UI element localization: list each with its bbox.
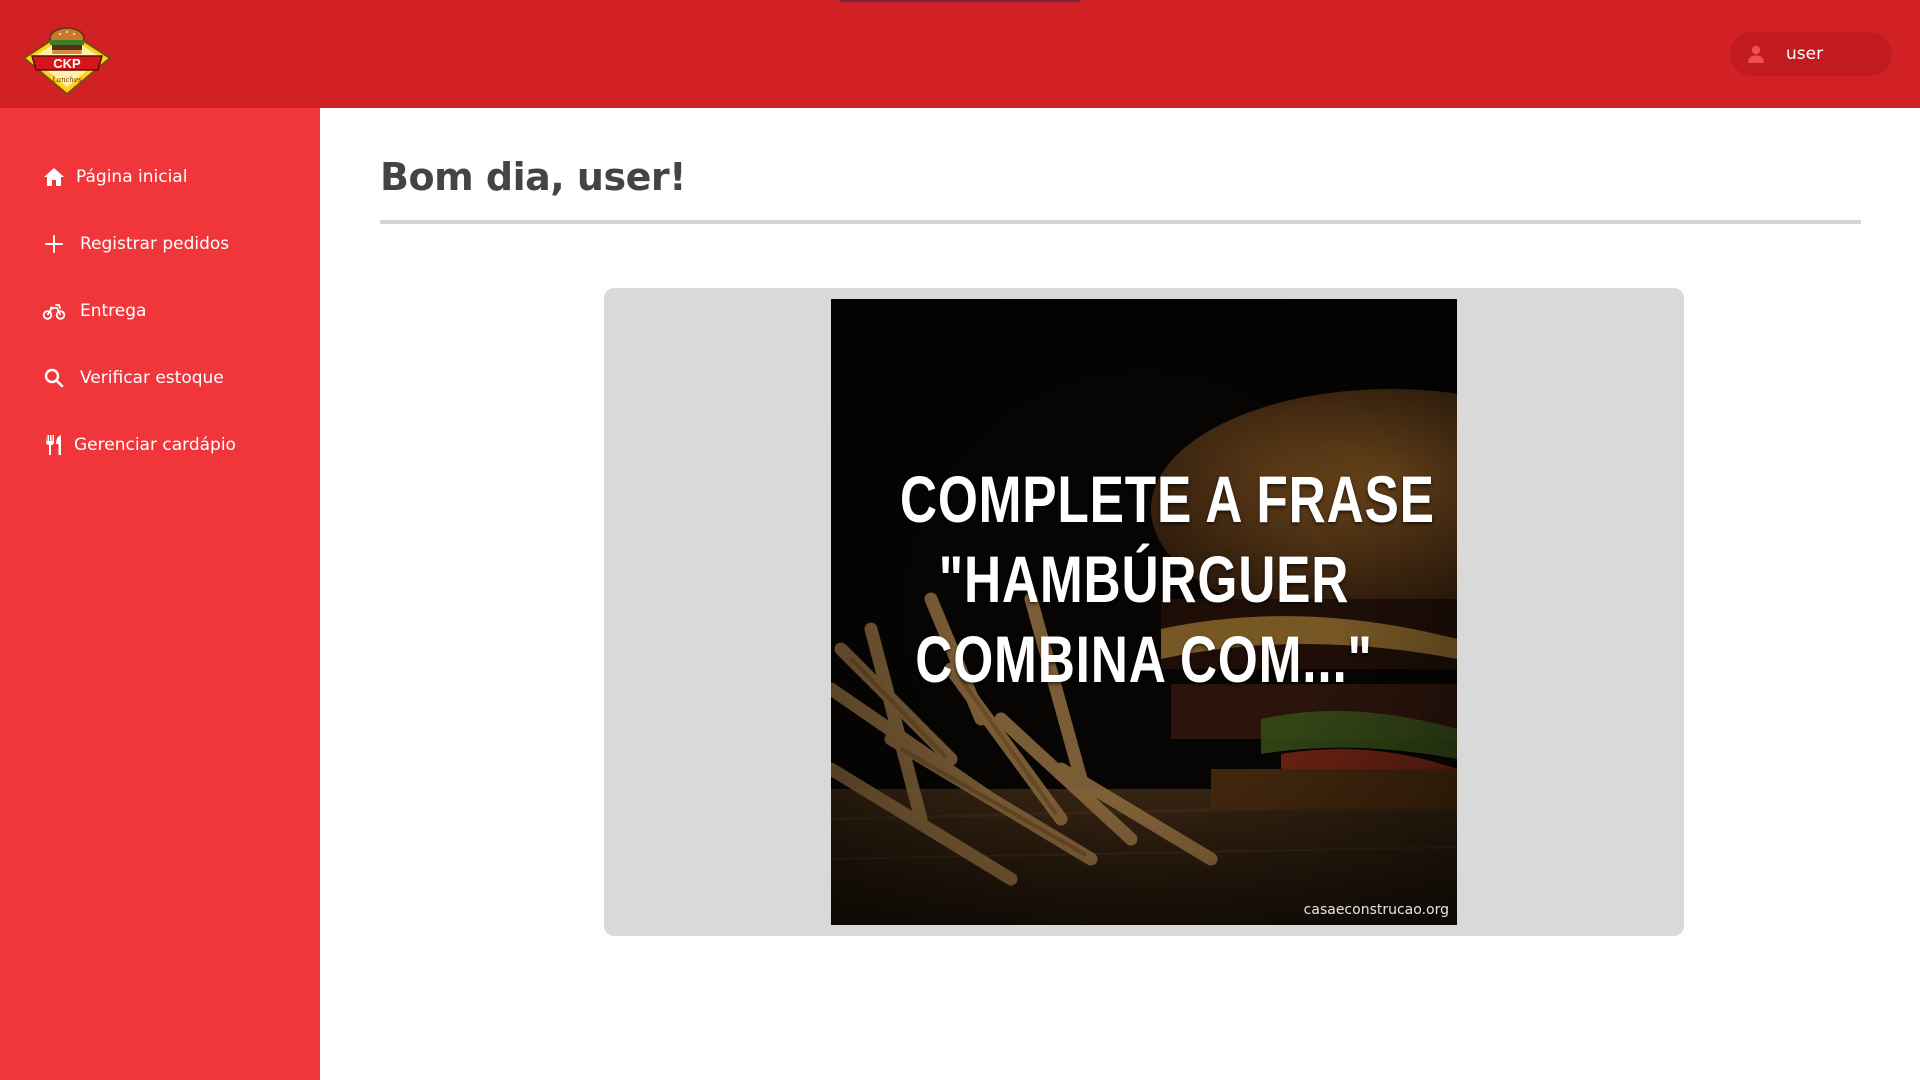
page-title: Bom dia, user! — [380, 155, 686, 199]
user-icon — [1748, 45, 1764, 63]
user-menu-button[interactable]: user — [1730, 32, 1892, 76]
plus-icon — [45, 235, 63, 253]
sidebar-item-home[interactable]: Página inicial — [42, 162, 187, 192]
promo-line: "HAMBÚRGUER — [938, 542, 1350, 616]
sidebar: Página inicial Registrar pedidos Entrega… — [0, 108, 320, 1080]
sidebar-item-manage-menu[interactable]: Gerenciar cardápio — [42, 430, 236, 460]
utensils-icon — [46, 435, 61, 455]
sidebar-item-register-orders[interactable]: Registrar pedidos — [42, 229, 229, 259]
logo-subtext: Lanches — [51, 76, 82, 84]
top-accent-line — [840, 0, 1080, 2]
image-credit: casaeconstrucao.org — [1303, 902, 1449, 918]
title-divider — [380, 220, 1861, 224]
sidebar-item-label: Gerenciar cardápio — [74, 435, 236, 455]
motorcycle-icon — [42, 304, 66, 320]
promo-headline: COMPLETE A FRASE "HAMBÚRGUER COMBINA COM… — [899, 459, 1435, 699]
promo-line: COMBINA COM..." — [915, 622, 1373, 696]
sidebar-item-check-stock[interactable]: Verificar estoque — [42, 363, 224, 393]
sidebar-item-label: Verificar estoque — [80, 368, 224, 388]
promo-image: COMPLETE A FRASE "HAMBÚRGUER COMBINA COM… — [831, 299, 1457, 925]
sidebar-item-label: Página inicial — [76, 167, 188, 187]
top-bar: CKP Lanches user — [0, 0, 1920, 108]
promo-line: COMPLETE A FRASE — [899, 462, 1435, 536]
sidebar-item-delivery[interactable]: Entrega — [42, 296, 146, 326]
search-icon — [44, 368, 64, 388]
logo-text: CKP — [53, 56, 81, 71]
home-icon — [44, 168, 64, 186]
user-name: user — [1786, 44, 1824, 64]
sidebar-item-label: Registrar pedidos — [80, 234, 230, 254]
sidebar-item-label: Entrega — [80, 301, 147, 321]
ckp-logo[interactable]: CKP Lanches — [22, 14, 112, 96]
